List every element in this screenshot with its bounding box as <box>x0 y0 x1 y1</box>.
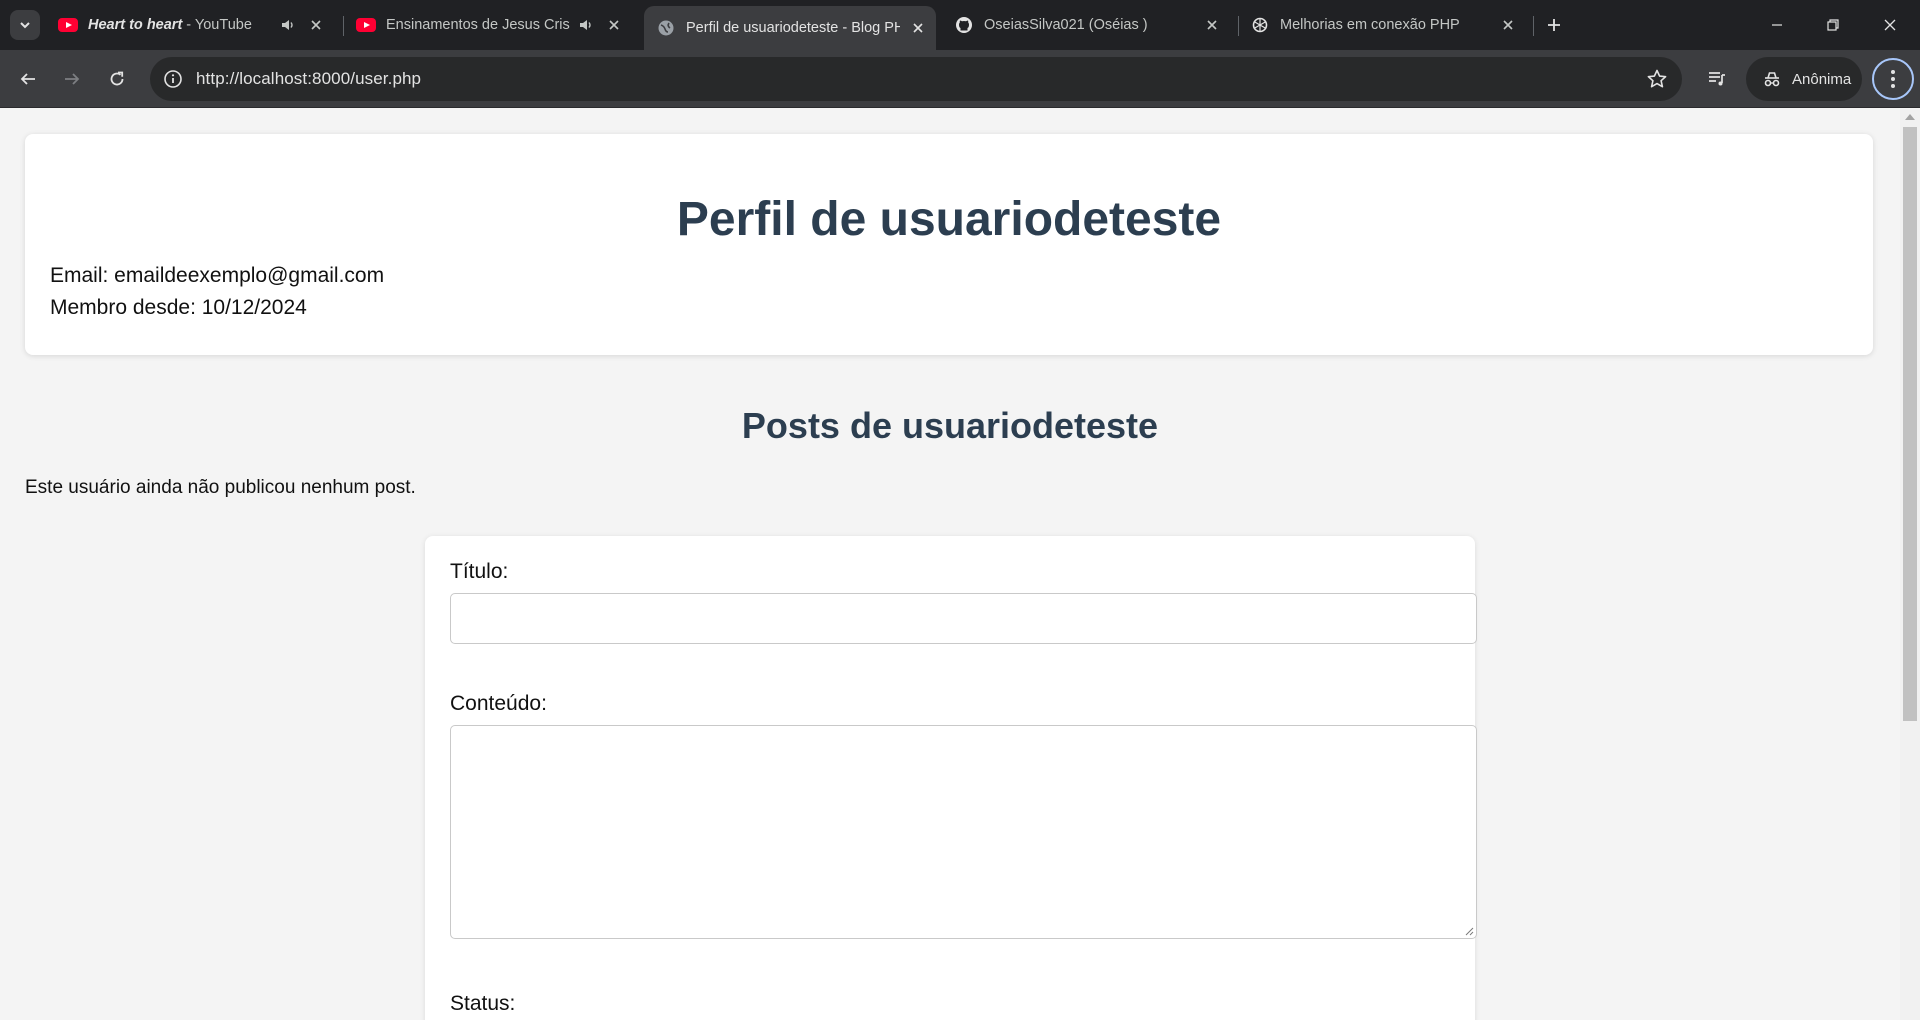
restore-icon <box>1827 19 1839 31</box>
new-tab-button[interactable] <box>1541 12 1567 38</box>
globe-icon <box>656 18 676 38</box>
incognito-label: Anônima <box>1792 70 1852 88</box>
forward-button[interactable] <box>57 64 87 94</box>
tab-chatgpt[interactable]: Melhorias em conexão PHP <box>1250 8 1526 42</box>
restore-button[interactable] <box>1818 10 1848 40</box>
reload-button[interactable] <box>102 64 132 94</box>
tab-ensinamentos[interactable]: Ensinamentos de Jesus Cristo <box>356 8 632 42</box>
browser-menu-button[interactable] <box>1872 58 1914 100</box>
minimize-button[interactable] <box>1762 10 1792 40</box>
plus-icon <box>1548 19 1560 31</box>
arrow-left-icon <box>20 73 35 85</box>
tab-separator <box>343 16 344 36</box>
address-bar[interactable]: http://localhost:8000/user.php <box>150 57 1682 101</box>
site-info-icon[interactable] <box>162 68 184 90</box>
bookmark-star-icon[interactable] <box>1646 68 1668 90</box>
chevron-down-icon <box>20 22 30 29</box>
posts-heading: Posts de usuariodeteste <box>741 405 1159 446</box>
tab-title: Melhorias em conexão PHP <box>1280 17 1460 33</box>
chatgpt-icon <box>1250 15 1270 35</box>
tab-title: Heart to heart - YouTube <box>88 17 252 33</box>
profile-email: Email: emaildeexemplo@gmail.com <box>50 264 385 287</box>
close-icon[interactable] <box>604 19 624 31</box>
title-input[interactable] <box>450 593 1477 644</box>
youtube-icon <box>356 15 376 35</box>
tab-title: Ensinamentos de Jesus Cristo <box>386 17 570 33</box>
github-icon <box>954 15 974 35</box>
status-label: Status: <box>450 992 516 1015</box>
minimize-icon <box>1772 24 1782 26</box>
content-textarea[interactable] <box>450 725 1477 939</box>
incognito-indicator[interactable]: Anônima <box>1746 57 1862 101</box>
profile-title: Perfil de usuariodeteste <box>676 193 1222 246</box>
title-label: Título: <box>450 560 509 583</box>
profile-card: Perfil de usuariodeteste Email: emaildee… <box>25 134 1873 355</box>
close-window-button[interactable] <box>1875 10 1905 40</box>
close-icon[interactable] <box>908 22 928 34</box>
close-icon[interactable] <box>1202 19 1222 31</box>
url-text[interactable]: http://localhost:8000/user.php <box>196 69 421 89</box>
tab-perfil-usuario[interactable]: Perfil de usuariodeteste - Blog PHP <box>644 6 936 50</box>
scroll-thumb[interactable] <box>1903 127 1917 721</box>
resize-handle-icon[interactable] <box>1462 924 1474 936</box>
arrow-right-icon <box>65 73 80 85</box>
new-post-form: Título: Conteúdo: Status: <box>425 536 1477 1020</box>
incognito-icon <box>1760 67 1784 91</box>
back-button[interactable] <box>13 64 43 94</box>
browser-toolbar: http://localhost:8000/user.php Anônima <box>0 50 1920 108</box>
close-icon <box>1884 19 1896 31</box>
tab-title: OseiasSilva021 (Oséias ) <box>984 17 1148 33</box>
tab-separator <box>1238 16 1239 36</box>
page-scrollbar[interactable] <box>1900 109 1920 1020</box>
close-icon[interactable] <box>1498 19 1518 31</box>
tab-search-button[interactable] <box>10 10 40 40</box>
tab-title: Perfil de usuariodeteste - Blog PHP <box>686 20 900 36</box>
content-label: Conteúdo: <box>450 692 547 715</box>
scroll-up-arrow-icon[interactable] <box>1905 114 1915 120</box>
reload-icon <box>110 71 124 86</box>
speaker-icon[interactable] <box>576 17 596 33</box>
media-controls-button[interactable] <box>1702 64 1732 94</box>
close-icon[interactable] <box>306 19 326 31</box>
queue-music-icon <box>1709 72 1725 86</box>
page-content: Perfil de usuariodeteste Email: emaildee… <box>0 109 1900 1020</box>
youtube-icon <box>58 15 78 35</box>
no-posts-message: Este usuário ainda não publicou nenhum p… <box>25 477 416 498</box>
speaker-icon[interactable] <box>278 17 298 33</box>
more-vertical-icon <box>1891 70 1895 88</box>
tab-separator <box>1533 16 1534 36</box>
tab-heart-to-heart[interactable]: Heart to heart - YouTube <box>58 8 334 42</box>
profile-member-since: Membro desde: 10/12/2024 <box>50 296 307 319</box>
tab-github[interactable]: OseiasSilva021 (Oséias ) <box>954 8 1230 42</box>
tab-strip: Heart to heart - YouTube Ensinamentos de… <box>0 0 1920 50</box>
